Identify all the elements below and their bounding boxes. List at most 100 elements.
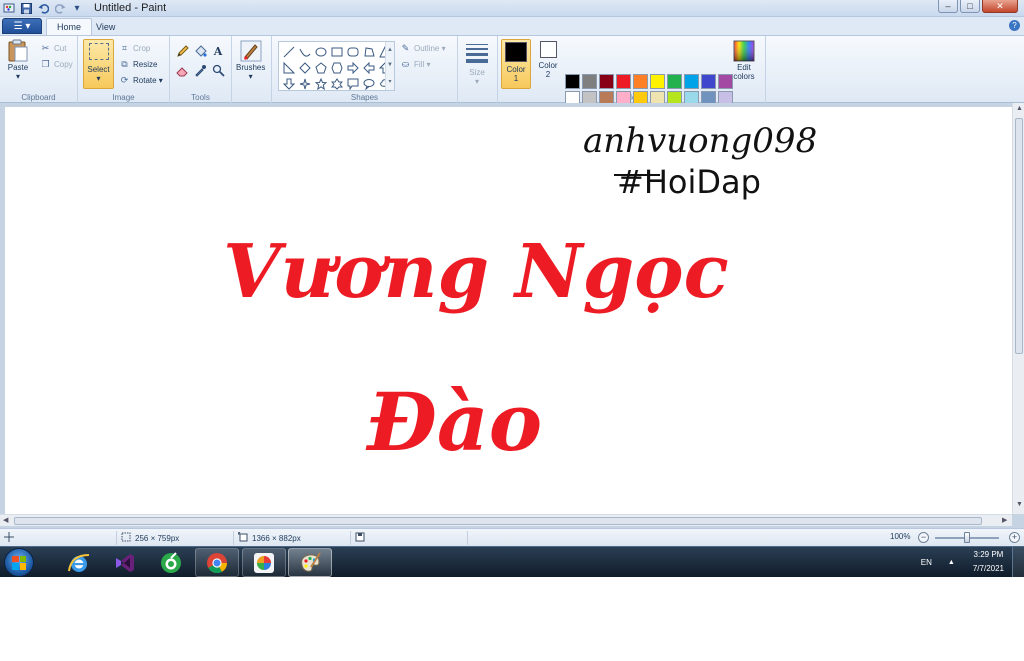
right-arrow-shape-icon[interactable] bbox=[345, 60, 360, 75]
rect-callout-shape-icon[interactable] bbox=[345, 76, 360, 91]
redo-icon[interactable] bbox=[53, 2, 67, 15]
pencil-icon[interactable] bbox=[174, 43, 190, 59]
disk-icon bbox=[355, 532, 365, 544]
size-dropdown-icon[interactable]: ▾ bbox=[475, 77, 479, 86]
oval-callout-shape-icon[interactable] bbox=[361, 76, 376, 91]
rounded-rectangle-shape-icon[interactable] bbox=[345, 44, 360, 59]
color1-button[interactable]: Color 1 bbox=[501, 39, 531, 89]
color-picker-icon[interactable] bbox=[192, 62, 208, 78]
cut-button[interactable]: ✂ Cut bbox=[40, 41, 67, 55]
customize-toolbar-icon[interactable]: ▾ bbox=[70, 2, 84, 15]
vertical-scroll-thumb[interactable] bbox=[1015, 118, 1023, 354]
size-button[interactable]: Size ▾ bbox=[462, 39, 492, 86]
selection-size-text: 256 × 759px bbox=[135, 533, 180, 543]
brushes-dropdown-icon[interactable]: ▾ bbox=[249, 72, 253, 81]
show-desktop-button[interactable] bbox=[1012, 547, 1024, 577]
line-shape-icon[interactable] bbox=[281, 44, 296, 59]
zoom-level: 100% bbox=[890, 532, 911, 541]
curve-shape-icon[interactable] bbox=[297, 44, 312, 59]
select-button[interactable]: Select ▾ bbox=[83, 39, 114, 89]
language-indicator[interactable]: EN bbox=[921, 558, 932, 567]
maximize-button[interactable]: □ bbox=[960, 0, 980, 13]
clock-time: 3:29 PM bbox=[973, 550, 1004, 559]
photo-viewer-icon bbox=[254, 552, 274, 573]
minimize-button[interactable]: – bbox=[938, 0, 958, 13]
resize-label: Resize bbox=[133, 59, 158, 69]
paste-button[interactable]: Paste ▾ bbox=[6, 39, 30, 81]
eraser-icon[interactable] bbox=[174, 62, 190, 78]
resize-button[interactable]: ⧉ Resize bbox=[119, 57, 157, 71]
taskbar-paint[interactable] bbox=[288, 548, 332, 577]
outline-button[interactable]: ✎ Outline ▾ bbox=[400, 41, 446, 55]
brushes-button[interactable]: Brushes ▾ bbox=[236, 39, 265, 81]
palette-color-2[interactable] bbox=[582, 74, 597, 89]
select-label: Select bbox=[87, 65, 110, 74]
zoom-in-icon[interactable]: + bbox=[1009, 532, 1020, 543]
brushes-label: Brushes bbox=[236, 63, 266, 72]
fill-bucket-icon[interactable] bbox=[192, 43, 208, 59]
clock[interactable]: 3:29 PM 7/7/2021 bbox=[973, 548, 1004, 576]
palette-color-10[interactable] bbox=[718, 74, 733, 89]
scroll-right-arrow-icon[interactable]: ▶ bbox=[1002, 516, 1007, 524]
paint-app-icon[interactable] bbox=[2, 2, 16, 15]
shapes-scroll[interactable]: ▲ ▼ ▾ bbox=[385, 42, 394, 90]
palette-color-3[interactable] bbox=[599, 74, 614, 89]
diamond-shape-icon[interactable] bbox=[297, 60, 312, 75]
palette-color-8[interactable] bbox=[684, 74, 699, 89]
polygon-shape-icon[interactable] bbox=[361, 44, 376, 59]
rotate-button[interactable]: ⟳ Rotate ▾ bbox=[119, 73, 163, 87]
crop-button[interactable]: ⌗ Crop bbox=[119, 41, 150, 55]
right-triangle-shape-icon[interactable] bbox=[281, 60, 296, 75]
line-width-icon bbox=[466, 42, 488, 64]
tray-expand-icon[interactable]: ▲ bbox=[948, 559, 955, 566]
taskbar-internet-explorer[interactable] bbox=[57, 548, 101, 577]
start-button[interactable] bbox=[4, 548, 34, 577]
horizontal-scrollbar[interactable]: ◀ ▶ bbox=[0, 514, 1012, 526]
palette-color-5[interactable] bbox=[633, 74, 648, 89]
oval-shape-icon[interactable] bbox=[313, 44, 328, 59]
gallery-more-icon[interactable]: ▾ bbox=[388, 78, 391, 85]
palette-color-7[interactable] bbox=[667, 74, 682, 89]
scroll-down-icon[interactable]: ▼ bbox=[387, 62, 393, 68]
scroll-left-arrow-icon[interactable]: ◀ bbox=[3, 516, 8, 524]
scroll-down-arrow-icon[interactable]: ▼ bbox=[1016, 501, 1023, 508]
text-tool-icon[interactable]: A bbox=[210, 43, 226, 59]
taskbar-photos[interactable] bbox=[242, 548, 286, 577]
zoom-out-icon[interactable]: − bbox=[918, 532, 929, 543]
palette-color-9[interactable] bbox=[701, 74, 716, 89]
zoom-slider-thumb[interactable] bbox=[964, 532, 970, 543]
pentagon-shape-icon[interactable] bbox=[313, 60, 328, 75]
file-menu-button[interactable]: ☰ ▾ bbox=[2, 18, 42, 34]
hexagon-shape-icon[interactable] bbox=[329, 60, 344, 75]
fill-button[interactable]: ⛀ Fill ▾ bbox=[400, 57, 431, 71]
scroll-up-icon[interactable]: ▲ bbox=[387, 47, 393, 53]
left-arrow-shape-icon[interactable] bbox=[361, 60, 376, 75]
palette-color-4[interactable] bbox=[616, 74, 631, 89]
edit-colors-button[interactable]: Edit colors bbox=[732, 39, 756, 81]
taskbar-coc-coc[interactable] bbox=[149, 548, 193, 577]
palette-color-1[interactable] bbox=[565, 74, 580, 89]
tab-view[interactable]: View bbox=[86, 18, 125, 35]
select-dropdown-icon[interactable]: ▾ bbox=[96, 74, 100, 83]
horizontal-scroll-thumb[interactable] bbox=[14, 517, 982, 525]
five-point-star-shape-icon[interactable] bbox=[313, 76, 328, 91]
vertical-scrollbar[interactable]: ▲ ▼ bbox=[1012, 103, 1024, 514]
help-icon[interactable]: ? bbox=[1009, 20, 1020, 31]
four-point-star-shape-icon[interactable] bbox=[297, 76, 312, 91]
drawing-canvas[interactable]: anhvuong098 #HoiDap Vương Ngọc Đào bbox=[5, 107, 1012, 514]
magnifier-icon[interactable] bbox=[210, 62, 226, 78]
close-button[interactable]: ✕ bbox=[982, 0, 1018, 13]
palette-color-6[interactable] bbox=[650, 74, 665, 89]
selection-size: 256 × 759px bbox=[121, 532, 179, 544]
six-point-star-shape-icon[interactable] bbox=[329, 76, 344, 91]
save-icon[interactable] bbox=[19, 2, 33, 15]
taskbar-chrome[interactable] bbox=[195, 548, 239, 577]
taskbar-visual-studio[interactable] bbox=[103, 548, 147, 577]
scroll-up-arrow-icon[interactable]: ▲ bbox=[1016, 105, 1023, 112]
copy-button[interactable]: ❐ Copy bbox=[40, 57, 72, 71]
color2-button[interactable]: Color 2 bbox=[533, 39, 563, 89]
paste-dropdown-icon[interactable]: ▾ bbox=[16, 72, 20, 81]
rectangle-shape-icon[interactable] bbox=[329, 44, 344, 59]
down-arrow-shape-icon[interactable] bbox=[281, 76, 296, 91]
undo-icon[interactable] bbox=[36, 2, 50, 15]
